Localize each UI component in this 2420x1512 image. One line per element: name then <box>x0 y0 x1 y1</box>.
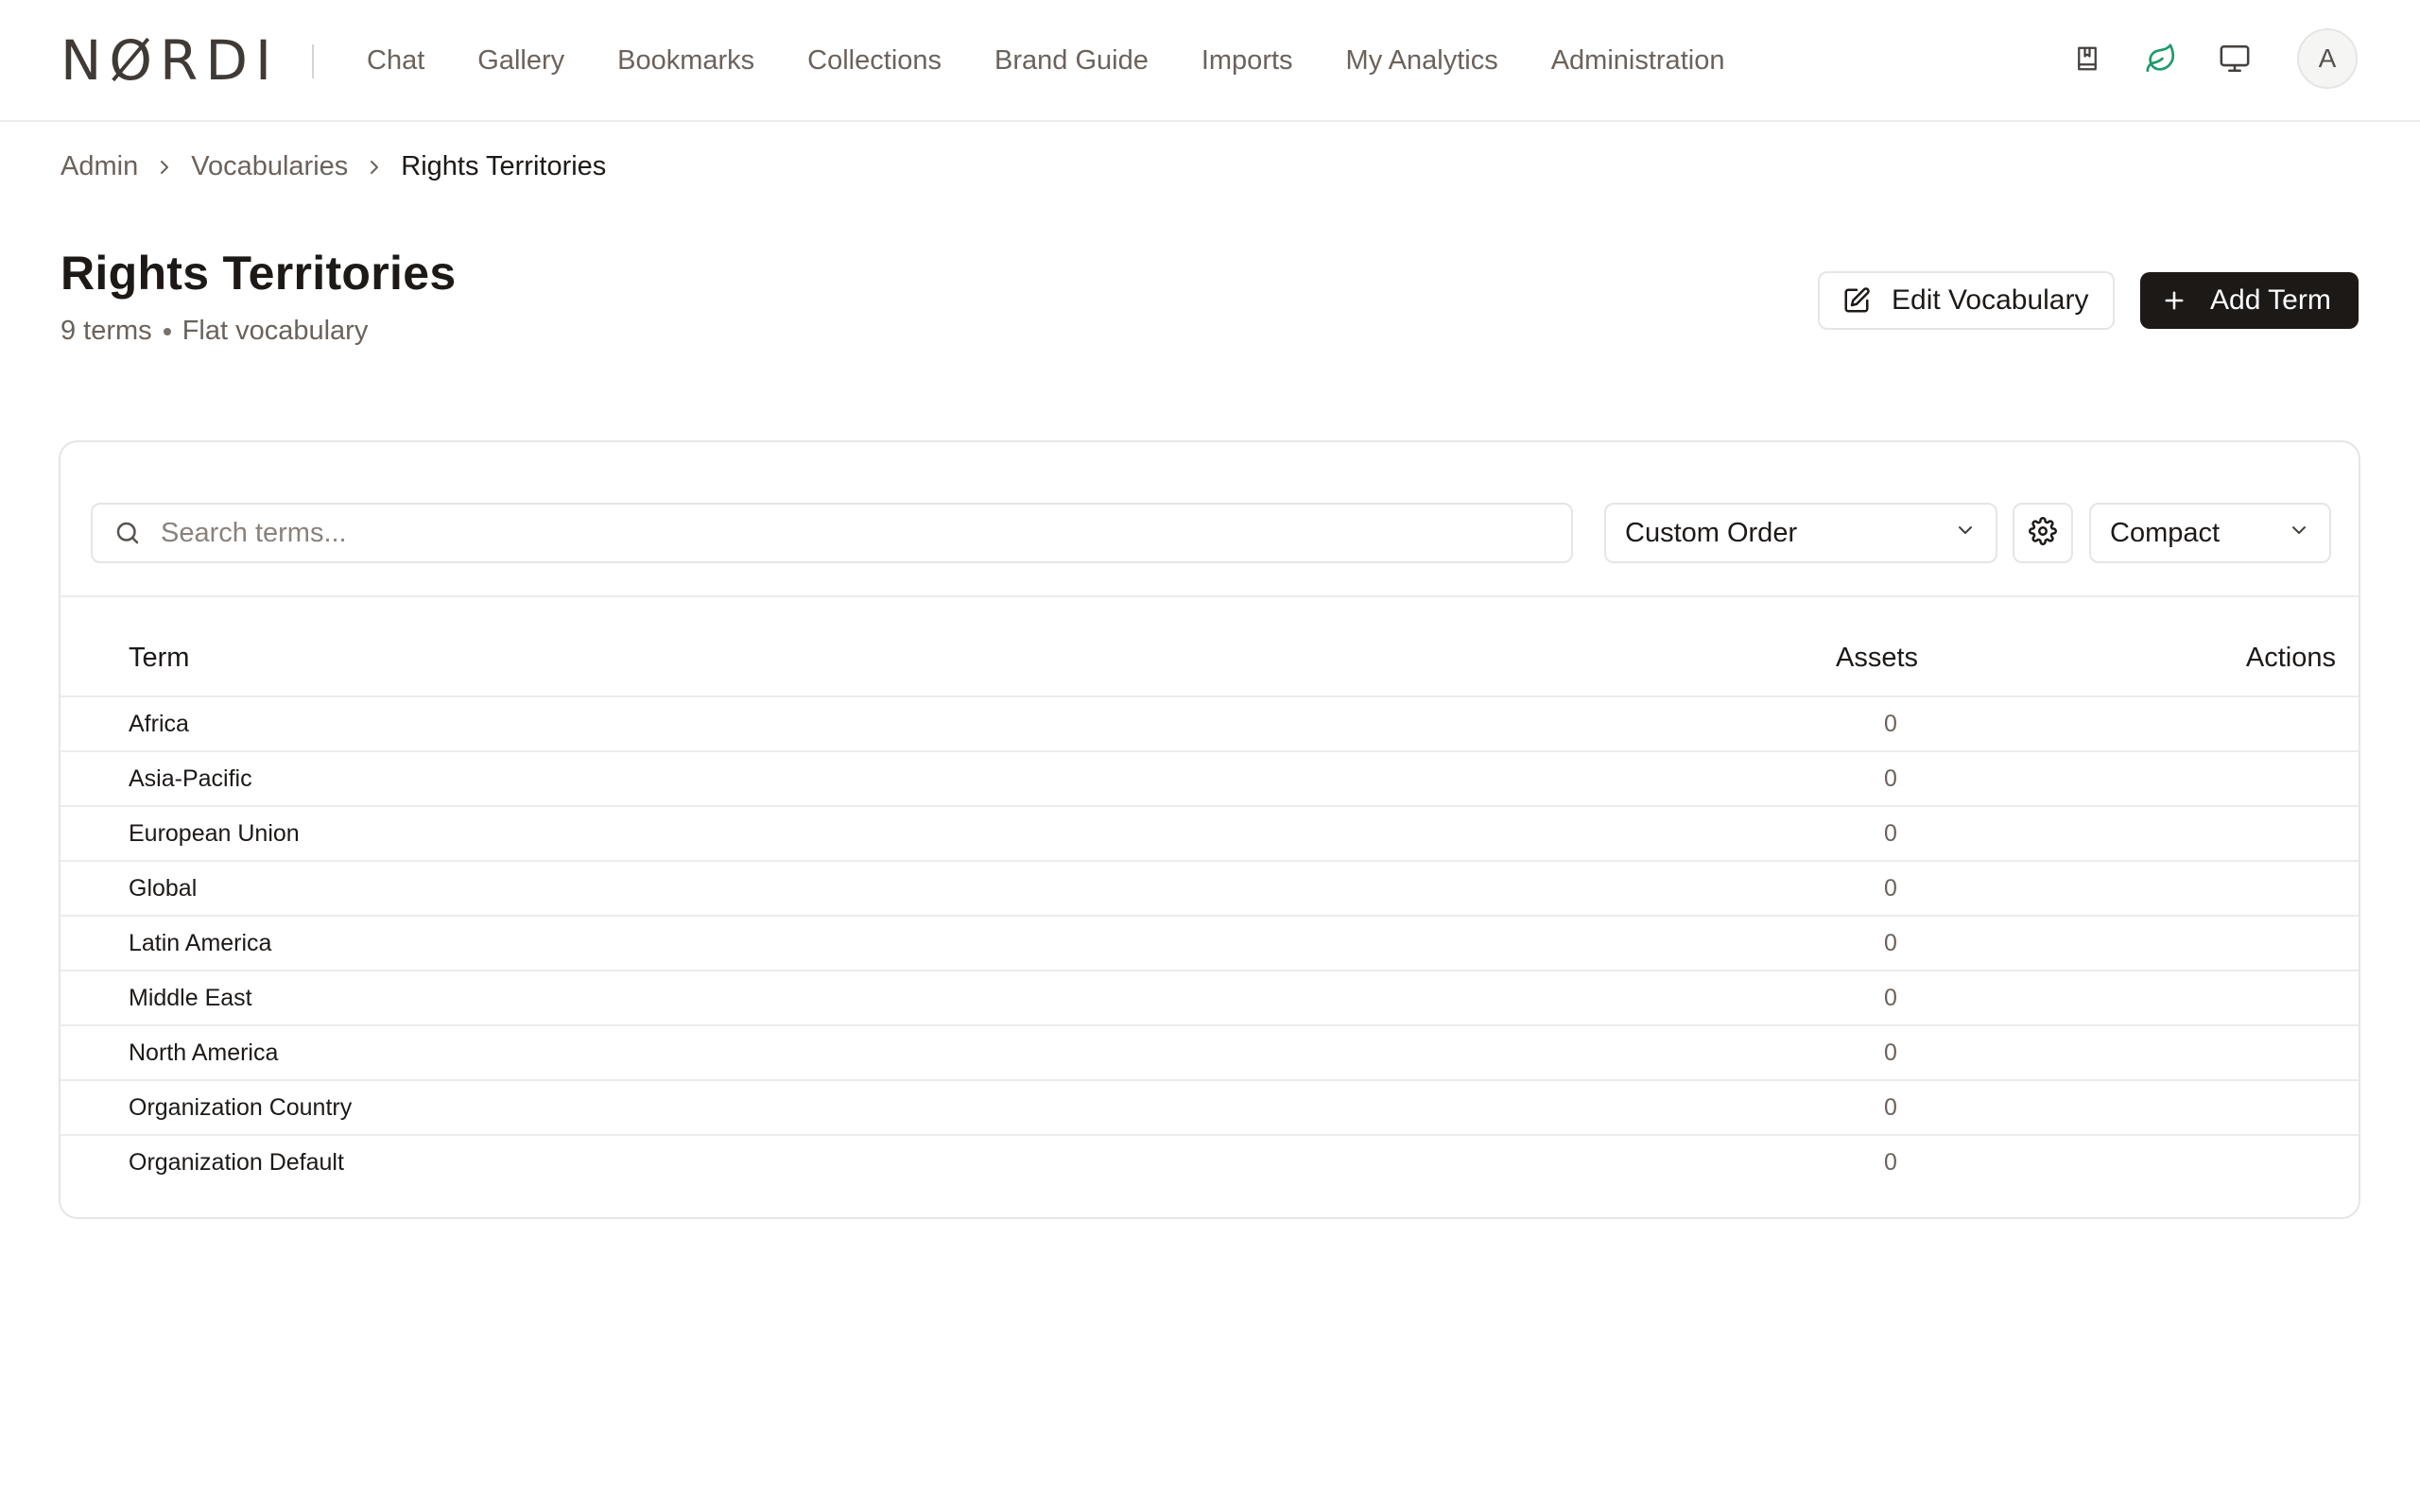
nav-item-my-analytics[interactable]: My Analytics <box>1346 45 1498 77</box>
nav-item-gallery[interactable]: Gallery <box>477 45 564 77</box>
edit-vocabulary-button[interactable]: Edit Vocabulary <box>1818 271 2115 330</box>
table-row[interactable]: Latin America 0 <box>60 917 2359 971</box>
nav-item-collections[interactable]: Collections <box>807 45 942 77</box>
table-row[interactable]: Global 0 <box>60 862 2359 917</box>
table-toolbar: Custom Order Compact <box>60 442 2359 597</box>
search-icon <box>113 519 142 547</box>
search-box[interactable] <box>91 503 1573 563</box>
view-density-value: Compact <box>2110 517 2221 548</box>
table-row[interactable]: Organization Country 0 <box>60 1081 2359 1136</box>
breadcrumb-vocabularies[interactable]: Vocabularies <box>191 151 348 182</box>
main-nav: Chat Gallery Bookmarks Collections Brand… <box>367 38 1777 83</box>
top-navigation-bar: NØRDI Chat Gallery Bookmarks Collections… <box>0 0 2420 122</box>
chevron-right-icon <box>367 158 382 177</box>
term-count: 9 terms <box>60 316 152 346</box>
table-row[interactable]: North America 0 <box>60 1026 2359 1081</box>
page-subtitle: 9 terms Flat vocabulary <box>60 316 368 347</box>
search-input[interactable] <box>161 517 1484 549</box>
column-header-term[interactable]: Term <box>129 643 189 674</box>
nav-item-chat[interactable]: Chat <box>367 45 424 77</box>
nav-item-bookmarks[interactable]: Bookmarks <box>617 45 754 77</box>
nav-item-administration[interactable]: Administration <box>1551 45 1725 77</box>
asset-count: 0 <box>1884 765 1897 792</box>
term-name: Middle East <box>129 985 252 1011</box>
table-row[interactable]: European Union 0 <box>60 807 2359 862</box>
asset-count: 0 <box>1884 985 1897 1011</box>
table-row[interactable]: Organization Default 0 <box>60 1136 2359 1191</box>
add-term-button[interactable]: Add Term <box>2140 272 2359 329</box>
logo-divider <box>312 44 314 78</box>
table-row[interactable]: Middle East 0 <box>60 971 2359 1026</box>
breadcrumb-current: Rights Territories <box>401 151 607 181</box>
term-name: Global <box>129 875 198 902</box>
chevron-right-icon <box>157 158 172 177</box>
view-density-select[interactable]: Compact <box>2089 503 2331 563</box>
plus-icon <box>2161 287 2187 314</box>
asset-count: 0 <box>1884 930 1897 956</box>
column-header-assets[interactable]: Assets <box>1836 643 1918 674</box>
user-avatar[interactable]: A <box>2297 28 2358 89</box>
table-body: Africa 0 Asia-Pacific 0 European Union 0… <box>60 697 2359 1191</box>
monitor-icon[interactable] <box>2214 38 2256 79</box>
term-name: Asia-Pacific <box>129 765 252 792</box>
logo-text: NØRDI <box>60 28 280 93</box>
asset-count: 0 <box>1884 1149 1897 1176</box>
bookmark-book-icon[interactable] <box>2066 38 2108 79</box>
term-name: Organization Country <box>129 1094 353 1121</box>
term-name: Latin America <box>129 930 272 956</box>
breadcrumb-admin[interactable]: Admin <box>60 151 138 182</box>
edit-vocabulary-label: Edit Vocabulary <box>1892 284 2089 316</box>
settings-button[interactable] <box>2013 503 2073 563</box>
gear-icon <box>2029 516 2057 550</box>
asset-count: 0 <box>1884 711 1897 737</box>
nav-item-imports[interactable]: Imports <box>1201 45 1293 77</box>
table-header: Term Assets Actions <box>60 597 2359 697</box>
terms-card: Custom Order Compact Term Assets Actions… <box>59 440 2360 1219</box>
leaf-icon[interactable] <box>2140 38 2182 79</box>
term-name: Organization Default <box>129 1149 344 1176</box>
term-name: North America <box>129 1040 279 1066</box>
column-header-actions: Actions <box>2245 643 2336 673</box>
nav-item-brand-guide[interactable]: Brand Guide <box>994 45 1149 77</box>
nordi-logo[interactable]: NØRDI <box>60 28 280 93</box>
add-term-label: Add Term <box>2210 284 2331 316</box>
breadcrumb: Admin Vocabularies Rights Territories <box>60 151 606 182</box>
chevron-down-icon <box>2288 518 2310 549</box>
chevron-down-icon <box>1954 518 1977 549</box>
asset-count: 0 <box>1884 1094 1897 1121</box>
table-row[interactable]: Asia-Pacific 0 <box>60 752 2359 807</box>
term-name: European Union <box>129 820 300 847</box>
asset-count: 0 <box>1884 875 1897 902</box>
page-title: Rights Territories <box>60 247 457 300</box>
asset-count: 0 <box>1884 820 1897 847</box>
table-row[interactable]: Africa 0 <box>60 697 2359 752</box>
edit-icon <box>1842 286 1871 315</box>
sort-order-select[interactable]: Custom Order <box>1604 503 1997 563</box>
term-name: Africa <box>129 711 189 737</box>
separator-dot <box>163 327 171 335</box>
header-actions: A <box>2034 28 2358 89</box>
asset-count: 0 <box>1884 1040 1897 1066</box>
sort-order-value: Custom Order <box>1625 517 1798 548</box>
vocabulary-type: Flat vocabulary <box>182 316 369 346</box>
